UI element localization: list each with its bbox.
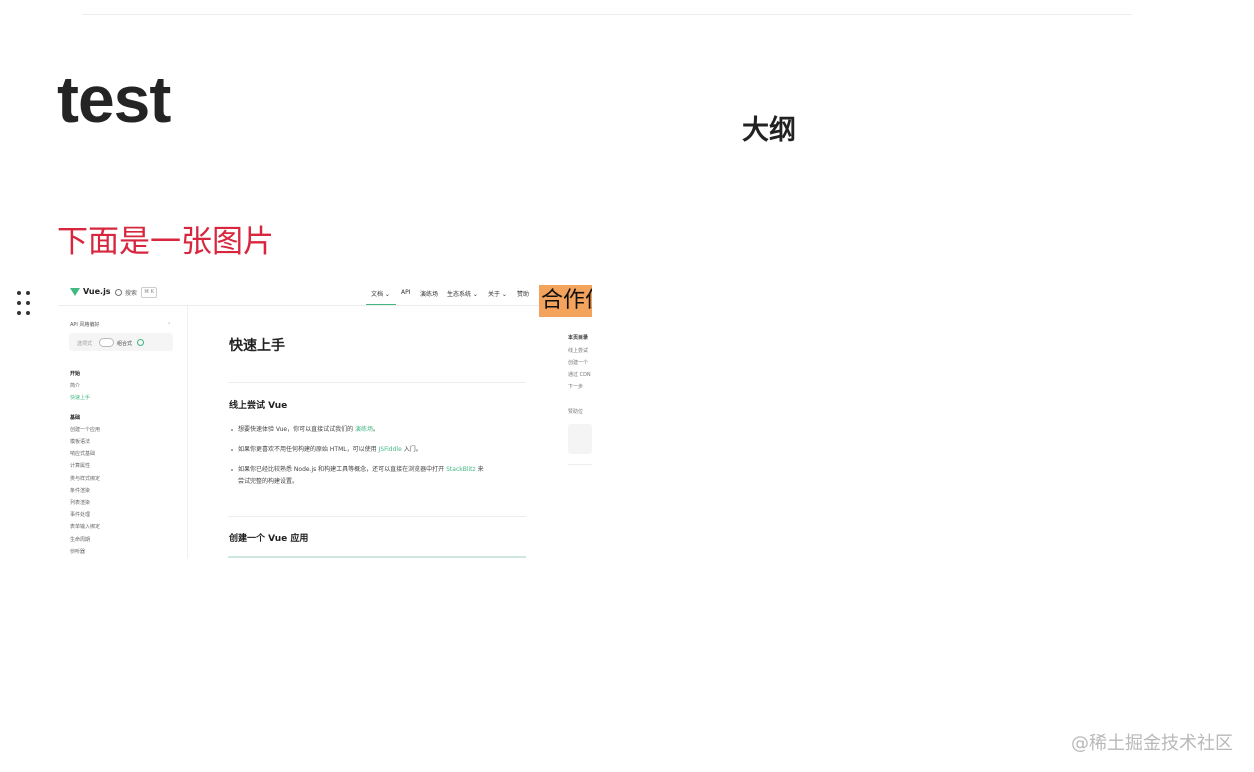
toggle-icon (99, 338, 114, 347)
embedded-sidebar-item: 表单输入绑定 (70, 524, 101, 531)
embedded-toc-divider (568, 464, 592, 465)
embedded-toc: 本页目录 线上尝试创建一个通过 CDN 下一步 赞助位 (534, 306, 592, 558)
embedded-sponsor-card (568, 424, 592, 454)
embedded-main: 快速上手 线上尝试 Vue 想要快速体验 Vue，你可以直接试试我们的 演练场。… (188, 306, 533, 558)
drag-handle-icon[interactable] (15, 290, 35, 318)
embedded-toc-item: 通过 CDN (568, 372, 591, 378)
embedded-sidebar-item: 创建一个应用 (70, 426, 101, 433)
embedded-sidebar-item: 响应式基础 (70, 451, 96, 458)
embedded-nav-link: 演练场 (420, 291, 439, 298)
bullet-text: 。 (373, 426, 380, 433)
watermark: @稀土掘金技术社区 (1071, 733, 1233, 754)
top-divider (82, 14, 1132, 15)
embedded-option-off: 选项式 (77, 341, 93, 347)
embedded-sidebar-item: 类与样式绑定 (70, 475, 101, 482)
embedded-nav: Vue.js 搜索 ⌘ K 文档 ⌄ API 演练场 生态系统 ⌄ 关于 ⌄ 赞… (58, 279, 592, 306)
embedded-sidebar-item: 条件渲染 (70, 487, 91, 494)
embedded-code-box-edge (228, 556, 526, 558)
outline-title: 大纲 (742, 115, 796, 146)
embedded-page-heading: 快速上手 (229, 338, 285, 354)
embedded-bullet: 想要快速体验 Vue，你可以直接试试我们的 演练场。 (238, 424, 379, 436)
document-title[interactable]: test (57, 66, 171, 132)
embedded-search-kbd: ⌘ K (141, 287, 157, 298)
embedded-divider (228, 382, 526, 383)
embedded-sidebar-item: 侦听器 (70, 548, 86, 555)
embedded-section-heading: 创建一个 Vue 应用 (229, 534, 309, 544)
embedded-pref-label: API 风格偏好 (70, 322, 100, 328)
bullet-text: 如果你已经比较熟悉 Node.js 和构建工具等概念，还可以直接在浏览器中打开 (238, 466, 445, 473)
embedded-sidebar-item: 基础 (70, 414, 81, 421)
bullet-icon (231, 449, 233, 451)
vue-logo-icon (70, 288, 80, 296)
embedded-sidebar-item: 事件处理 (70, 512, 91, 519)
bullet-text: 如果你更喜欢不用任何构建的原始 HTML，可以使用 (238, 446, 377, 453)
embedded-toc-sponsor: 赞助位 (568, 409, 584, 415)
embedded-sidebar-item: 开始 (70, 371, 81, 377)
embedded-section-heading: 线上尝试 Vue (229, 401, 288, 411)
embedded-brand: Vue.js (83, 287, 111, 296)
embedded-api-toggle: 选项式 组合式 (69, 333, 173, 351)
bullet-text: 想要快速体验 Vue，你可以直接试试我们的 (238, 426, 354, 433)
embedded-nav-link: 赞助 (517, 291, 530, 298)
embedded-sidebar-item: 生命周期 (70, 536, 91, 543)
embedded-toc-head: 本页目录 (568, 335, 589, 341)
embedded-bullet: 如果你已经比较熟悉 Node.js 和构建工具等概念，还可以直接在浏览器中打开 … (238, 464, 484, 476)
bullet-link: StackBlitz (446, 466, 476, 473)
bullet-icon (231, 469, 233, 471)
embedded-sidebar-item: 简介 (70, 383, 81, 390)
embedded-nav-link: 生态系统 ⌄ (447, 291, 478, 298)
embedded-bullet: 如果你更喜欢不用任何构建的原始 HTML，可以使用 JSFiddle 入门。 (238, 444, 422, 456)
embedded-bullet-continued: 尝试完整的构建设置。 (238, 478, 299, 485)
embedded-nav-link: 关于 ⌄ (488, 291, 507, 298)
embedded-sidebar-item: 计算属性 (70, 463, 91, 470)
embedded-option-on: 组合式 (117, 341, 133, 347)
embedded-divider (228, 516, 526, 517)
chevron-right-icon: › (168, 320, 171, 327)
embedded-nav-link: 文档 ⌄ (371, 291, 390, 298)
embedded-sidebar-item: 列表渲染 (70, 500, 91, 506)
document-paragraph[interactable]: 下面是一张图片 (57, 216, 274, 261)
embedded-sidebar-item: 快速上手 (70, 395, 91, 402)
bullet-text: 入门。 (403, 446, 422, 453)
bullet-link: 演练场 (355, 426, 374, 433)
embedded-image[interactable]: Vue.js 搜索 ⌘ K 文档 ⌄ API 演练场 生态系统 ⌄ 关于 ⌄ 赞… (58, 279, 592, 558)
bullet-link: JSFiddle (378, 446, 402, 453)
embedded-nav-active-indicator (366, 304, 396, 305)
embedded-toc-item: 线上尝试 (568, 348, 589, 354)
bullet-text: 来 (477, 466, 484, 473)
embedded-sidebar: API 风格偏好 › 选项式 组合式 开始简介快速上手基础创建一个应用 模板语法响… (58, 306, 188, 558)
embedded-sidebar-item: 模板语法 (70, 439, 91, 445)
search-icon (115, 289, 122, 296)
embedded-search-label: 搜索 (125, 290, 138, 297)
help-icon (137, 339, 144, 346)
embedded-toc-item: 下一步 (568, 384, 584, 390)
embedded-nav-link: API (401, 289, 411, 296)
bullet-icon (231, 429, 233, 431)
embedded-toc-item: 创建一个 (568, 360, 589, 366)
